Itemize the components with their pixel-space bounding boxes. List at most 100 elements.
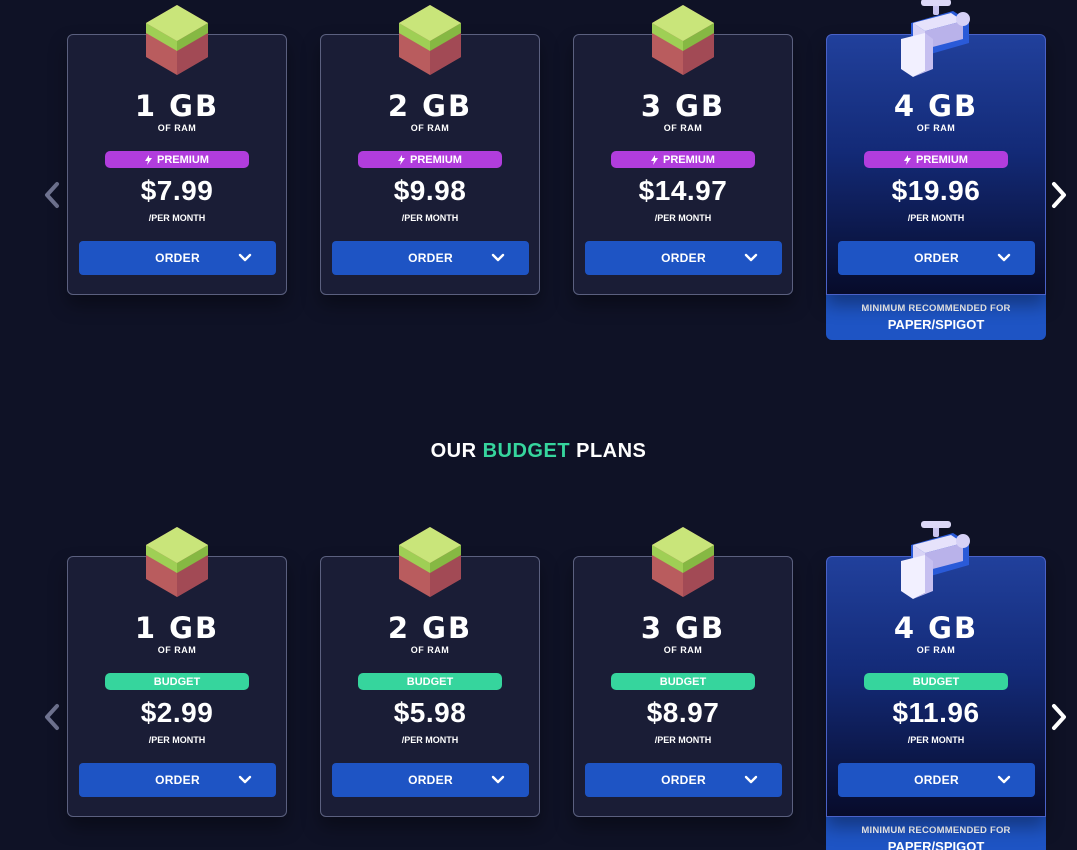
order-button[interactable]: ORDER [332, 763, 529, 797]
plan-card: 1 GB OF RAM PREMIUM $7.99 /PER MONTH ORD… [67, 5, 287, 295]
water-tap-icon [901, 521, 970, 599]
carousel-prev-button[interactable] [40, 178, 64, 212]
chevron-left-icon [45, 182, 59, 208]
ram-caption: OF RAM [157, 645, 197, 655]
grass-block-icon [652, 527, 714, 597]
chevron-right-icon [1052, 704, 1066, 730]
plan-card-3gb-budget: 3 GB OF RAM BUDGET $8.97 /PER MONTH ORDE… [573, 527, 793, 817]
billing-period: /PER MONTH [654, 213, 712, 223]
billing-period: /PER MONTH [401, 213, 459, 223]
badge-label: BUDGET [406, 675, 454, 688]
chevron-down-icon [238, 253, 252, 262]
recommended-caption: MINIMUM RECOMMENDED FOR [861, 303, 1011, 314]
billing-period: /PER MONTH [654, 735, 712, 745]
plan-card-featured: 4 GB OF RAM BUDGET $11.96 /PER MONTH ORD… [826, 521, 1046, 817]
grass-block-icon [399, 5, 461, 75]
billing-period: /PER MONTH [401, 735, 459, 745]
order-button[interactable]: ORDER [838, 763, 1035, 797]
badge-label: PREMIUM [663, 153, 715, 166]
order-button[interactable]: ORDER [585, 763, 782, 797]
lightning-icon [145, 154, 153, 165]
chevron-down-icon [997, 253, 1011, 262]
plan-card: 3 GB OF RAM PREMIUM $14.97 /PER MONTH OR… [573, 5, 793, 295]
heading-suffix: PLANS [576, 440, 647, 462]
pricing-page: 1 GB OF RAM PREMIUM $7.99 /PER MONTH ORD… [0, 0, 1077, 850]
budget-plans-carousel: 1 GB OF RAM BUDGET $2.99 /PER MONTH ORDE… [0, 521, 1077, 850]
ram-amount: 1 GB [134, 89, 220, 123]
grass-block-icon [146, 5, 208, 75]
plan-card-3gb-premium: 3 GB OF RAM PREMIUM $14.97 /PER MONTH OR… [573, 5, 793, 295]
tier-badge: PREMIUM [105, 151, 249, 168]
ram-caption: OF RAM [916, 123, 956, 133]
plan-card-4gb-budget: 4 GB OF RAM BUDGET $11.96 /PER MONTH ORD… [826, 521, 1046, 850]
plan-card-featured: 4 GB OF RAM PREMIUM $19.96 /PER MONTH OR… [826, 0, 1046, 295]
tier-badge: PREMIUM [358, 151, 502, 168]
lightning-icon [651, 154, 659, 165]
plan-card-4gb-premium: 4 GB OF RAM PREMIUM $19.96 /PER MONTH OR… [826, 0, 1046, 340]
grass-block-icon [146, 527, 208, 597]
order-button[interactable]: ORDER [838, 241, 1035, 275]
badge-label: BUDGET [153, 675, 201, 688]
heading-accent: BUDGET [482, 440, 571, 462]
tier-badge: BUDGET [864, 673, 1008, 690]
ram-amount: 2 GB [387, 611, 473, 645]
chevron-down-icon [491, 253, 505, 262]
carousel-prev-button[interactable] [40, 700, 64, 734]
price: $8.97 [646, 697, 720, 728]
recommended-caption: MINIMUM RECOMMENDED FOR [861, 825, 1011, 836]
price: $7.99 [140, 175, 214, 206]
chevron-right-icon [1052, 182, 1066, 208]
water-tap-icon [901, 0, 970, 77]
lightning-icon [904, 154, 912, 165]
chevron-down-icon [238, 775, 252, 784]
budget-plans-heading: OUR BUDGET PLANS [0, 440, 1077, 463]
ram-amount: 3 GB [640, 89, 726, 123]
recommended-target: PAPER/SPIGOT [887, 317, 985, 332]
price: $11.96 [892, 697, 980, 728]
chevron-down-icon [997, 775, 1011, 784]
grass-block-icon [652, 5, 714, 75]
ram-caption: OF RAM [916, 645, 956, 655]
order-button[interactable]: ORDER [585, 241, 782, 275]
recommended-banner: MINIMUM RECOMMENDED FOR PAPER/SPIGOT [826, 295, 1046, 340]
plan-card: 3 GB OF RAM BUDGET $8.97 /PER MONTH ORDE… [573, 527, 793, 817]
tier-badge: PREMIUM [864, 151, 1008, 168]
billing-period: /PER MONTH [907, 735, 965, 745]
lightning-icon [398, 154, 406, 165]
chevron-down-icon [491, 775, 505, 784]
badge-label: PREMIUM [157, 153, 209, 166]
order-button[interactable]: ORDER [332, 241, 529, 275]
ram-amount: 2 GB [387, 89, 473, 123]
price: $19.96 [891, 175, 981, 206]
ram-amount: 4 GB [893, 89, 979, 123]
order-button[interactable]: ORDER [79, 241, 276, 275]
carousel-next-button[interactable] [1047, 178, 1071, 212]
chevron-down-icon [744, 253, 758, 262]
billing-period: /PER MONTH [907, 213, 965, 223]
ram-amount: 1 GB [134, 611, 220, 645]
price: $5.98 [393, 697, 467, 728]
billing-period: /PER MONTH [148, 213, 206, 223]
plan-card-2gb-budget: 2 GB OF RAM BUDGET $5.98 /PER MONTH ORDE… [320, 527, 540, 817]
badge-label: PREMIUM [916, 153, 968, 166]
plan-card: 2 GB OF RAM PREMIUM $9.98 /PER MONTH ORD… [320, 5, 540, 295]
recommended-target: PAPER/SPIGOT [887, 839, 985, 850]
ram-caption: OF RAM [410, 645, 450, 655]
ram-caption: OF RAM [410, 123, 450, 133]
plan-card: 2 GB OF RAM BUDGET $5.98 /PER MONTH ORDE… [320, 527, 540, 817]
tier-badge: BUDGET [358, 673, 502, 690]
recommended-banner: MINIMUM RECOMMENDED FOR PAPER/SPIGOT [826, 817, 1046, 850]
ram-caption: OF RAM [157, 123, 197, 133]
tier-badge: BUDGET [611, 673, 755, 690]
carousel-next-button[interactable] [1047, 700, 1071, 734]
plan-card-1gb-premium: 1 GB OF RAM PREMIUM $7.99 /PER MONTH ORD… [67, 5, 287, 295]
badge-label: PREMIUM [410, 153, 462, 166]
plan-card-1gb-budget: 1 GB OF RAM BUDGET $2.99 /PER MONTH ORDE… [67, 527, 287, 817]
heading-prefix: OUR [430, 440, 477, 462]
ram-caption: OF RAM [663, 123, 703, 133]
chevron-left-icon [45, 704, 59, 730]
order-button[interactable]: ORDER [79, 763, 276, 797]
ram-caption: OF RAM [663, 645, 703, 655]
ram-amount: 4 GB [893, 611, 979, 645]
grass-block-icon [399, 527, 461, 597]
